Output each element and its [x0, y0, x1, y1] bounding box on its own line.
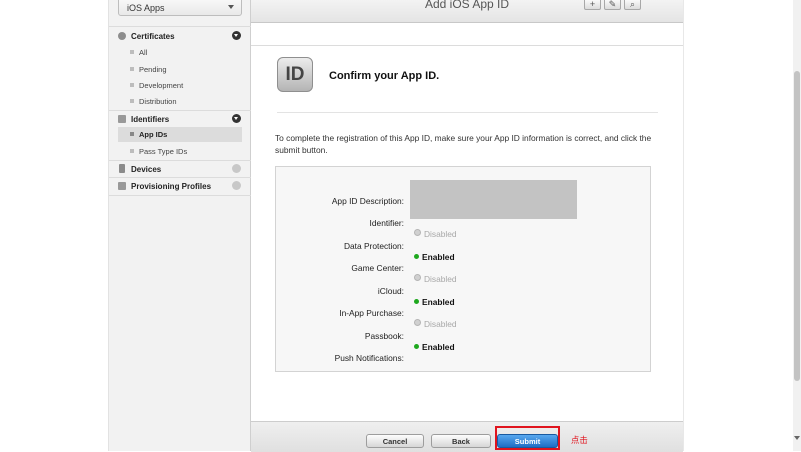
field-label-data-protection: Data Protection:: [343, 241, 404, 251]
sidebar-divider: [109, 177, 251, 178]
pencil-icon: ✎: [608, 0, 617, 9]
scroll-thumb[interactable]: [794, 71, 800, 381]
sidebar-item-development[interactable]: Development: [109, 78, 242, 93]
app-id-details-panel: App ID Description: Identifier: Data Pro…: [275, 166, 651, 372]
bullet-icon: [130, 149, 134, 153]
chevron-down-icon: [228, 5, 234, 9]
collapse-icon[interactable]: [232, 31, 241, 40]
status-text: Disabled: [424, 229, 457, 239]
sidebar-section-label: Provisioning Profiles: [131, 182, 212, 191]
sidebar-section-label: Certificates: [131, 32, 175, 41]
expand-icon[interactable]: [232, 181, 241, 190]
status-dot-icon: [414, 229, 421, 236]
sidebar-item-distribution[interactable]: Distribution: [109, 94, 242, 109]
left-background: [0, 0, 108, 451]
confirm-title: Confirm your App ID.: [329, 70, 440, 82]
status-badge: Disabled: [414, 229, 457, 239]
status-text: Enabled: [422, 252, 455, 262]
sidebar-item-all[interactable]: All: [109, 45, 242, 60]
bullet-icon: [130, 99, 134, 103]
status-dot-icon: [414, 274, 421, 281]
confirm-content: ID Confirm your App ID. To complete the …: [251, 46, 683, 421]
action-footer: Cancel Back Submit: [251, 421, 683, 452]
instructions-text: To complete the registration of this App…: [275, 133, 652, 155]
status-text: Enabled: [422, 297, 455, 307]
sidebar-divider: [109, 160, 251, 161]
sidebar-section-devices[interactable]: Devices: [109, 162, 251, 178]
status-text: Disabled: [424, 319, 457, 329]
expand-icon[interactable]: [232, 164, 241, 173]
sidebar-item-label: Distribution: [139, 97, 177, 106]
cancel-button[interactable]: Cancel: [366, 434, 424, 448]
sidebar-item-label: App IDs: [139, 130, 168, 139]
status-dot-icon: [414, 319, 421, 326]
platform-select[interactable]: iOS Apps: [118, 0, 242, 16]
sub-header-strip: [251, 23, 683, 46]
status-text: Disabled: [424, 274, 457, 284]
bullet-icon: [130, 83, 134, 87]
scroll-down-icon[interactable]: [794, 436, 800, 440]
app-id-icon: ID: [277, 57, 313, 92]
sidebar-item-label: All: [139, 48, 148, 57]
status-dot-icon: [414, 344, 419, 349]
bullet-icon: [130, 67, 134, 71]
status-dot-icon: [414, 254, 419, 259]
sidebar-section-identifiers[interactable]: Identifiers: [109, 112, 251, 128]
main-panel: Add iOS App ID + ✎ ⌕ ID Confirm your App…: [251, 0, 683, 452]
platform-select-label: iOS Apps: [127, 3, 165, 13]
status-text: Enabled: [422, 342, 455, 352]
status-badge: Disabled: [414, 274, 457, 284]
device-icon: [119, 164, 125, 173]
identifier-icon: [118, 115, 126, 123]
sidebar-section-label: Identifiers: [131, 115, 170, 124]
sidebar-section-provisioning-profiles[interactable]: Provisioning Profiles: [109, 179, 251, 195]
certificate-icon: [118, 32, 126, 40]
field-label-game-center: Game Center:: [351, 263, 404, 273]
collapse-icon[interactable]: [232, 114, 241, 123]
sidebar-section-label: Devices: [131, 165, 162, 174]
sidebar-item-label: Pending: [139, 65, 167, 74]
search-icon: ⌕: [629, 0, 636, 9]
status-badge: Enabled: [414, 252, 455, 262]
sidebar-item-app-ids[interactable]: App IDs: [118, 127, 242, 142]
bullet-icon: [130, 50, 134, 54]
sidebar-item-label: Development: [139, 81, 184, 90]
right-background: [683, 0, 801, 451]
sidebar-divider: [109, 26, 251, 27]
field-label-in-app-purchase: In-App Purchase:: [339, 308, 404, 318]
description-value-box: [410, 180, 577, 219]
sidebar-item-label: Pass Type IDs: [139, 147, 188, 156]
bullet-icon: [130, 132, 134, 136]
field-label-description: App ID Description:: [331, 196, 404, 206]
field-label-passbook: Passbook:: [364, 331, 404, 341]
page-header: Add iOS App ID + ✎ ⌕: [251, 0, 683, 23]
profile-icon: [118, 182, 126, 190]
sidebar: iOS Apps Certificates All Pending Develo…: [108, 0, 251, 451]
scrollbar[interactable]: [793, 0, 801, 451]
sidebar-divider: [109, 195, 251, 196]
status-badge: Disabled: [414, 319, 457, 329]
sidebar-item-pass-type-ids[interactable]: Pass Type IDs: [109, 144, 242, 159]
field-label-push-notifications: Push Notifications:: [334, 353, 404, 363]
edit-button[interactable]: ✎: [604, 0, 621, 10]
sidebar-divider: [109, 110, 251, 111]
back-button[interactable]: Back: [431, 434, 491, 448]
add-button[interactable]: +: [584, 0, 601, 10]
click-annotation: 点击: [571, 435, 588, 445]
plus-icon: +: [589, 0, 596, 9]
sidebar-item-pending[interactable]: Pending: [109, 62, 242, 77]
status-dot-icon: [414, 299, 419, 304]
sidebar-section-certificates[interactable]: Certificates: [109, 29, 251, 45]
search-button[interactable]: ⌕: [624, 0, 641, 10]
field-label-identifier: Identifier:: [369, 218, 404, 228]
status-badge: Enabled: [414, 297, 455, 307]
divider: [277, 112, 658, 113]
field-label-icloud: iCloud:: [377, 286, 404, 296]
status-badge: Enabled: [414, 342, 455, 352]
submit-highlight-box: [495, 426, 560, 450]
